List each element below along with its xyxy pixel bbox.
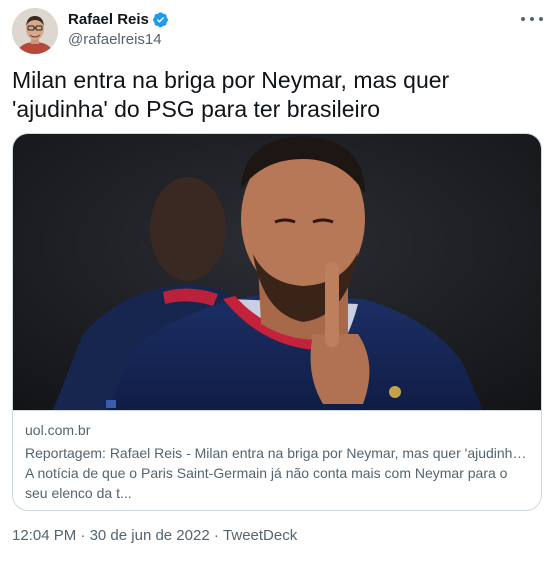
dot-icon: [530, 17, 534, 21]
tweet: Rafael Reis @rafaelreis14 Milan entra na…: [0, 0, 549, 562]
avatar[interactable]: [12, 8, 58, 54]
link-card[interactable]: uol.com.br Reportagem: Rafael Reis - Mil…: [12, 133, 542, 511]
card-description: A notícia de que o Paris Saint-Germain j…: [25, 465, 508, 501]
dot-icon: [539, 17, 543, 21]
author-handle[interactable]: @rafaelreis14: [68, 31, 162, 48]
tweet-date[interactable]: 30 de jun de 2022: [90, 527, 210, 544]
card-image[interactable]: [13, 134, 541, 410]
tweet-time[interactable]: 12:04 PM: [12, 527, 76, 544]
tweet-meta: 12:04 PM · 30 de jun de 2022 · TweetDeck: [12, 527, 297, 544]
tweet-source[interactable]: TweetDeck: [223, 527, 297, 544]
card-body[interactable]: uol.com.br Reportagem: Rafael Reis - Mil…: [13, 410, 541, 510]
dot-icon: [521, 17, 525, 21]
meta-separator: ·: [76, 527, 90, 544]
author-display-name[interactable]: Rafael Reis: [68, 11, 149, 28]
tweet-text: Milan entra na briga por Neymar, mas que…: [12, 67, 450, 122]
meta-separator: ·: [209, 527, 224, 544]
more-options-button[interactable]: [521, 10, 543, 28]
author-name-line[interactable]: Rafael Reis: [68, 11, 169, 28]
verified-badge-icon: [152, 11, 169, 28]
card-title: Reportagem: Rafael Reis - Milan entra na…: [25, 445, 529, 461]
card-domain: uol.com.br: [25, 422, 91, 438]
